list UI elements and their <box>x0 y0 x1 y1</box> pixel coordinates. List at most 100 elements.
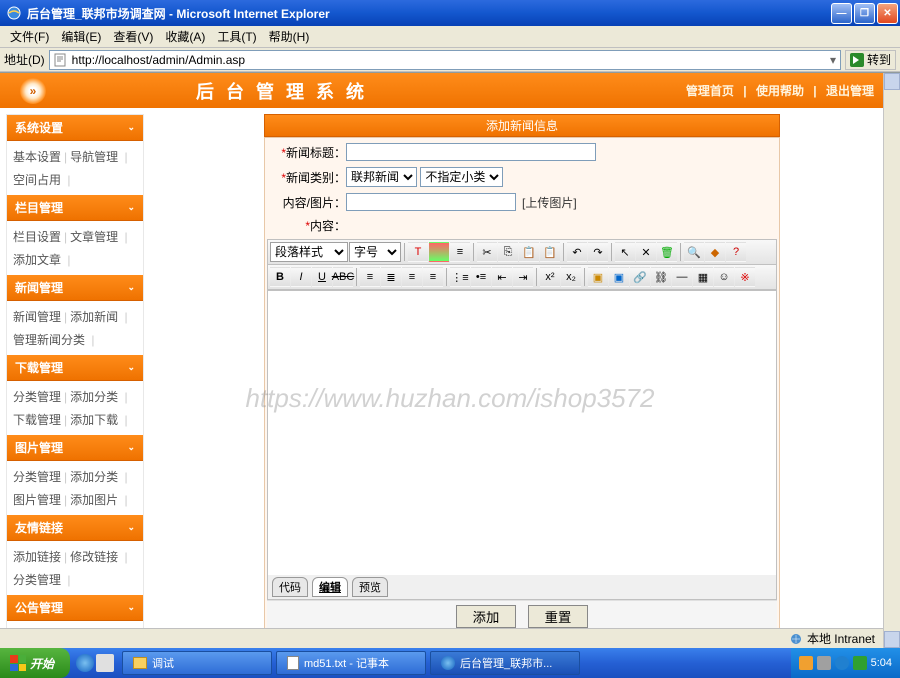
tray-icon-3[interactable] <box>835 656 849 670</box>
btn-select-cursor[interactable]: ↖ <box>615 242 635 262</box>
sidebar-link[interactable]: 管理新闻分类 <box>13 333 85 347</box>
btn-align-center[interactable]: ≣ <box>381 267 401 287</box>
select-category-sub[interactable]: 不指定小类 <box>420 167 503 187</box>
btn-insert-media[interactable]: ▣ <box>609 267 629 287</box>
btn-properties[interactable]: 🗑 <box>657 242 677 262</box>
btn-marquee[interactable]: ≡ <box>450 242 470 262</box>
sidebar-link[interactable]: 下载管理 <box>13 413 61 427</box>
btn-remove-link[interactable]: ⛓ <box>651 267 671 287</box>
sidebar-link[interactable]: 添加新闻 <box>70 310 118 324</box>
sidebar-header-1[interactable]: 栏目管理⌄ <box>7 195 143 221</box>
btn-insert-emoji[interactable]: ☺ <box>714 267 734 287</box>
btn-align-left[interactable]: ≡ <box>360 267 380 287</box>
address-input-wrapper[interactable]: http://localhost/admin/Admin.asp ▾ <box>49 50 841 70</box>
btn-align-right[interactable]: ≡ <box>402 267 422 287</box>
btn-insert-link[interactable]: 🔗 <box>630 267 650 287</box>
btn-insert-image[interactable]: ▣ <box>588 267 608 287</box>
tray-icon-4[interactable] <box>853 656 867 670</box>
sidebar-link[interactable]: 新闻管理 <box>13 310 61 324</box>
upload-image-link[interactable]: [上传图片] <box>522 194 577 211</box>
btn-align-justify[interactable]: ≡ <box>423 267 443 287</box>
task-folder[interactable]: 调试 <box>122 651 272 675</box>
menu-file[interactable]: 文件(F) <box>4 26 55 47</box>
btn-strike[interactable]: ABC <box>333 267 353 287</box>
btn-superscript[interactable]: x² <box>540 267 560 287</box>
input-content-image[interactable] <box>346 193 516 211</box>
btn-paste-text[interactable]: 📋 <box>540 242 560 262</box>
scroll-down-icon[interactable] <box>884 631 900 648</box>
sidebar-link[interactable]: 添加下载 <box>70 413 118 427</box>
menu-favorites[interactable]: 收藏(A) <box>159 26 211 47</box>
maximize-button[interactable]: ❐ <box>854 3 875 24</box>
sidebar-link[interactable]: 空间占用 <box>13 173 61 187</box>
btn-redo[interactable]: ↷ <box>588 242 608 262</box>
btn-preview[interactable]: ◆ <box>705 242 725 262</box>
btn-italic[interactable]: I <box>291 267 311 287</box>
sidebar-link[interactable]: 修改链接 <box>70 550 118 564</box>
sidebar-link[interactable]: 添加链接 <box>13 550 61 564</box>
task-ie[interactable]: 后台管理_联邦市... <box>430 651 580 675</box>
btn-clear-format[interactable]: ✕ <box>636 242 656 262</box>
sidebar-link[interactable]: 分类管理 <box>13 470 61 484</box>
menu-help[interactable]: 帮助(H) <box>263 26 316 47</box>
start-button[interactable]: 开始 <box>0 648 70 678</box>
sidebar-link[interactable]: 图片管理 <box>13 493 61 507</box>
btn-copy[interactable]: ⎘ <box>498 242 518 262</box>
btn-insert-hr[interactable]: — <box>672 267 692 287</box>
sidebar-link[interactable]: 添加分类 <box>70 470 118 484</box>
sidebar-link[interactable]: 分类管理 <box>13 573 61 587</box>
reset-button[interactable]: 重置 <box>528 605 589 628</box>
sidebar-header-6[interactable]: 公告管理⌄ <box>7 595 143 621</box>
sidebar-link[interactable]: 添加分类 <box>70 390 118 404</box>
sidebar-link[interactable]: 添加图片 <box>70 493 118 507</box>
btn-backcolor[interactable] <box>429 242 449 262</box>
sidebar-header-0[interactable]: 系统设置⌄ <box>7 115 143 141</box>
link-logout[interactable]: 退出管理 <box>826 84 874 98</box>
editor-tab-code[interactable]: 代码 <box>272 577 308 597</box>
select-category-main[interactable]: 联邦新闻 <box>346 167 417 187</box>
btn-cut[interactable]: ✂ <box>477 242 497 262</box>
link-admin-home[interactable]: 管理首页 <box>686 84 734 98</box>
tray-icon-1[interactable] <box>799 656 813 670</box>
btn-subscript[interactable]: x₂ <box>561 267 581 287</box>
sidebar-link[interactable]: 添加文章 <box>13 253 61 267</box>
menu-tools[interactable]: 工具(T) <box>211 26 262 47</box>
ql-ie-icon[interactable] <box>76 654 94 672</box>
sidebar-link[interactable]: 栏目设置 <box>13 230 61 244</box>
select-para-style[interactable]: 段落样式 <box>270 242 348 262</box>
btn-paste[interactable]: 📋 <box>519 242 539 262</box>
clock[interactable]: 5:04 <box>871 657 892 669</box>
btn-find[interactable]: 🔍 <box>684 242 704 262</box>
sidebar-header-5[interactable]: 友情链接⌄ <box>7 515 143 541</box>
sidebar-header-2[interactable]: 新闻管理⌄ <box>7 275 143 301</box>
minimize-button[interactable]: — <box>831 3 852 24</box>
btn-forecolor[interactable]: T <box>408 242 428 262</box>
menu-edit[interactable]: 编辑(E) <box>55 26 107 47</box>
sidebar-link[interactable]: 基本设置 <box>13 150 61 164</box>
close-button[interactable]: ✕ <box>877 3 898 24</box>
ql-desktop-icon[interactable] <box>96 654 114 672</box>
sidebar-link[interactable]: 导航管理 <box>70 150 118 164</box>
btn-underline[interactable]: U <box>312 267 332 287</box>
select-font-size[interactable]: 字号 <box>349 242 401 262</box>
address-dropdown-icon[interactable]: ▾ <box>830 53 836 67</box>
btn-indent[interactable]: ⇥ <box>513 267 533 287</box>
link-help[interactable]: 使用帮助 <box>756 84 804 98</box>
btn-undo[interactable]: ↶ <box>567 242 587 262</box>
btn-insert-table[interactable]: ▦ <box>693 267 713 287</box>
btn-list-ordered[interactable]: ⋮≡ <box>450 267 470 287</box>
vertical-scrollbar[interactable] <box>883 73 900 648</box>
sidebar-header-4[interactable]: 图片管理⌄ <box>7 435 143 461</box>
sidebar-header-3[interactable]: 下载管理⌄ <box>7 355 143 381</box>
editor-canvas[interactable] <box>268 290 776 575</box>
editor-tab-preview[interactable]: 预览 <box>352 577 388 597</box>
input-news-title[interactable] <box>346 143 596 161</box>
btn-help-icon[interactable]: ? <box>726 242 746 262</box>
btn-outdent[interactable]: ⇤ <box>492 267 512 287</box>
btn-insert-symbol[interactable]: ※ <box>735 267 755 287</box>
editor-tab-edit[interactable]: 编辑 <box>312 577 348 597</box>
task-notepad[interactable]: md51.txt - 记事本 <box>276 651 426 675</box>
menu-view[interactable]: 查看(V) <box>107 26 159 47</box>
go-button[interactable]: 转到 <box>845 50 896 70</box>
sidebar-link[interactable]: 文章管理 <box>70 230 118 244</box>
